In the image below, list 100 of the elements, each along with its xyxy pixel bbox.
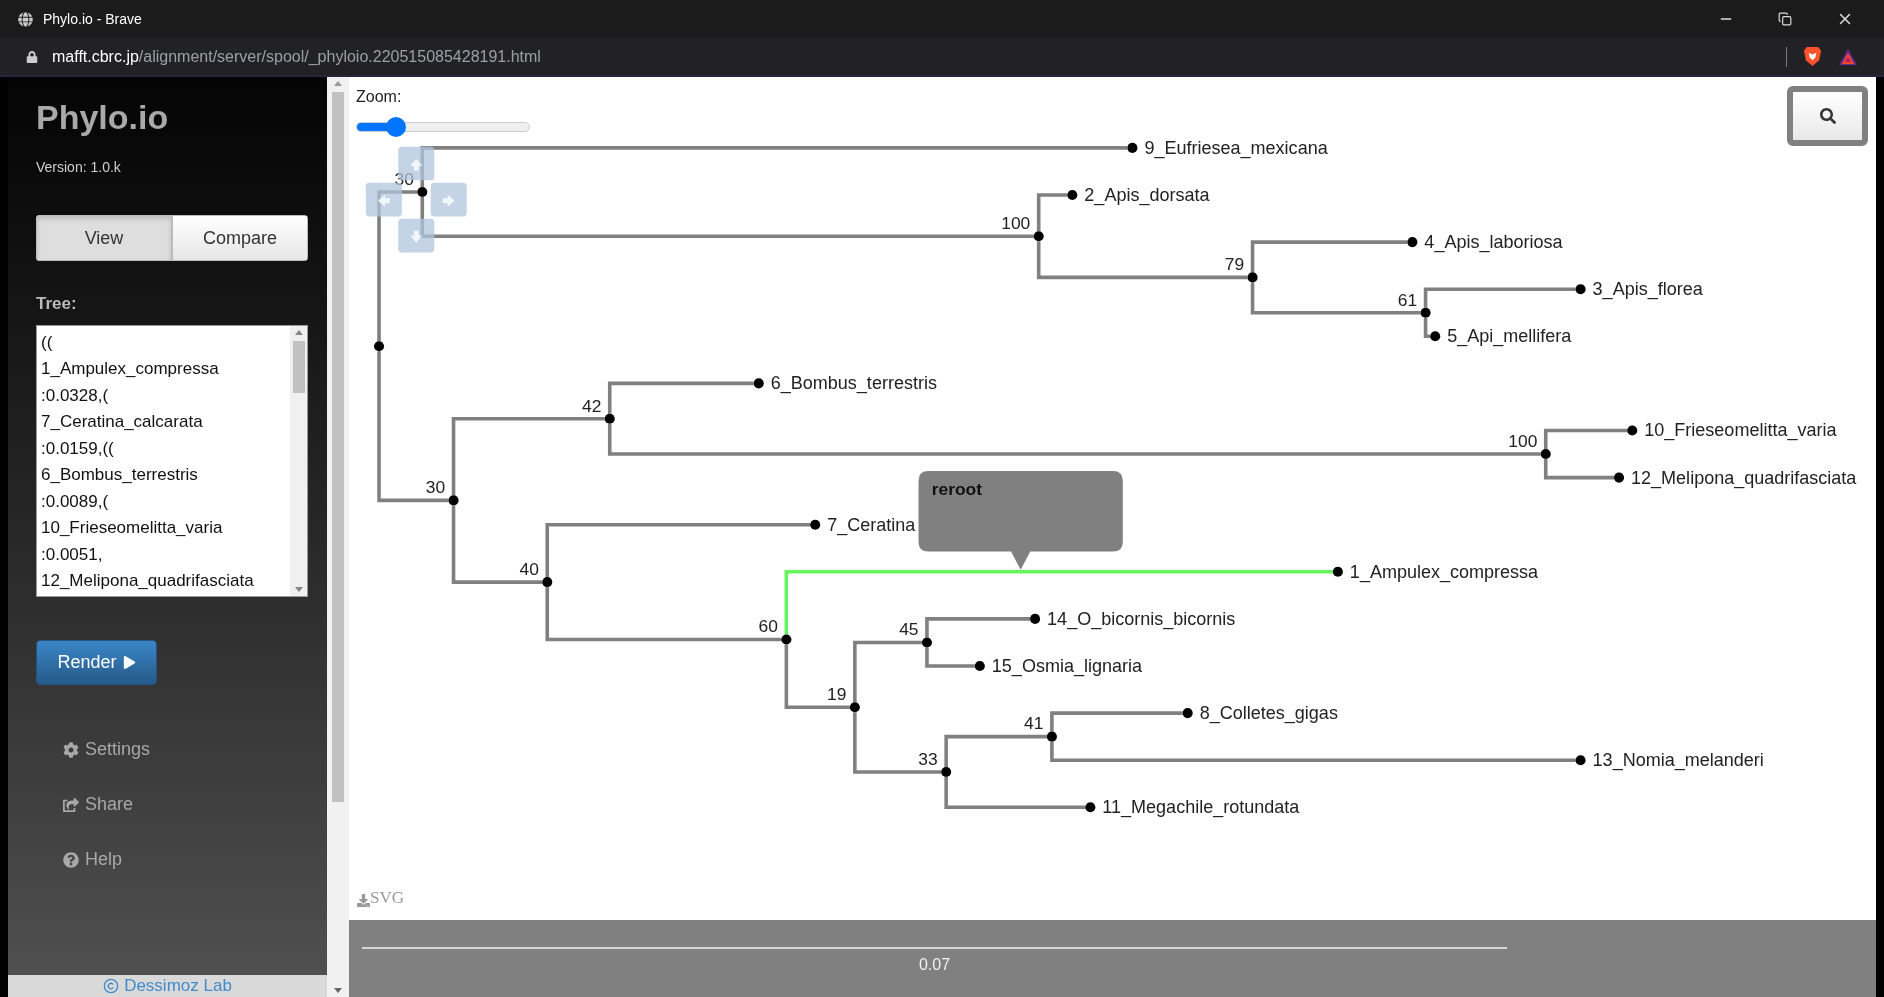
leaf-label[interactable]: 4_Apis_laboriosa	[1424, 232, 1563, 253]
tree-branch[interactable]	[944, 777, 1086, 810]
tree-branch[interactable]	[925, 617, 1031, 638]
page-scrollbar[interactable]	[327, 77, 349, 997]
sidebar-menu-link[interactable]: Share	[63, 792, 299, 817]
tree-branch[interactable]	[1423, 317, 1431, 339]
node-dot[interactable]	[1332, 566, 1343, 577]
settings-icon	[63, 741, 79, 758]
zoom-slider[interactable]	[356, 117, 530, 137]
tree-branch[interactable]	[420, 197, 1034, 238]
leaf-label[interactable]: 3_Apis_florea	[1592, 279, 1703, 300]
node-dot[interactable]	[1575, 755, 1586, 766]
node-dot[interactable]	[781, 634, 792, 645]
tree-branch[interactable]	[944, 734, 1047, 767]
tree-branch[interactable]	[451, 505, 543, 584]
node-dot[interactable]	[1182, 708, 1193, 719]
tree-branch[interactable]	[1250, 240, 1408, 273]
leaf-label[interactable]: 1_Ampulex_compressa	[1349, 561, 1539, 582]
node-dot[interactable]	[1407, 237, 1418, 248]
tree-branch[interactable]	[1543, 428, 1628, 449]
tree-branch[interactable]	[545, 587, 782, 642]
leaf-label[interactable]: 13_Nomia_melanderi	[1592, 750, 1764, 771]
tree-branch[interactable]	[1036, 193, 1068, 232]
node-dot[interactable]	[810, 519, 821, 530]
render-button[interactable]: Render	[36, 639, 157, 685]
node-dot[interactable]	[1046, 731, 1057, 742]
tree-branch[interactable]	[925, 647, 975, 668]
mode-tab[interactable]: View	[36, 215, 172, 261]
support-value: 45	[899, 619, 919, 640]
node-dot[interactable]	[374, 341, 385, 352]
node-dot[interactable]	[1247, 272, 1258, 283]
sidebar-menu-link[interactable]: Settings	[63, 737, 299, 762]
zoom-label: Zoom:	[356, 87, 403, 107]
node-dot[interactable]	[941, 766, 952, 777]
zoom-slider-thumb[interactable]	[386, 117, 406, 137]
version-text: Version: 1.0.k	[36, 158, 122, 177]
support-value: 100	[1001, 213, 1031, 233]
node-dot[interactable]	[448, 495, 459, 506]
node-dot[interactable]	[921, 637, 932, 648]
node-dot[interactable]	[1614, 472, 1625, 483]
leaf-label[interactable]: 2_Apis_dorsata	[1084, 185, 1210, 205]
leaf-label[interactable]: 8_Colletes_gigas	[1199, 703, 1338, 724]
leaf-label[interactable]: 15_Osmia_lignaria	[991, 656, 1143, 676]
node-dot[interactable]	[604, 413, 615, 424]
node-dot[interactable]	[1033, 231, 1044, 242]
tree-branch[interactable]	[1050, 741, 1576, 762]
tree-branch[interactable]	[607, 381, 754, 414]
tree-branch[interactable]	[853, 712, 942, 774]
support-value: 60	[758, 616, 778, 637]
tree-branch[interactable]	[451, 416, 605, 496]
leaf-label[interactable]: 5_Api_mellifera	[1447, 326, 1572, 347]
address-bar[interactable]: mafft.cbrc.jp/alignment/server/spool/_phyloio.220515085428191.html	[52, 44, 541, 69]
node-dot[interactable]	[417, 187, 428, 198]
support-value: 61	[1397, 289, 1418, 310]
tree-branch[interactable]	[377, 351, 449, 503]
tree-branch[interactable]	[1423, 287, 1576, 308]
tree-branch[interactable]	[853, 640, 922, 703]
tree-branch[interactable]	[607, 423, 1541, 456]
node-dot[interactable]	[1627, 425, 1638, 436]
leaf-label[interactable]: 9_Eufriesea_mexicana	[1144, 137, 1328, 158]
scale-label: 0.07	[918, 955, 951, 975]
leaf-label[interactable]: 12_Melipona_quadrifasciata	[1631, 467, 1857, 488]
node-dot[interactable]	[542, 577, 553, 588]
leaf-label[interactable]: 6_Bombus_terrestris	[770, 373, 937, 394]
node-dot[interactable]	[1575, 284, 1586, 295]
node-dot[interactable]	[1030, 613, 1041, 624]
support-value: 42	[581, 395, 602, 416]
tree-branch[interactable]	[1543, 459, 1614, 480]
tooltip-text[interactable]: reroot	[931, 479, 983, 500]
node-dot[interactable]	[1420, 307, 1431, 318]
support-value: 19	[827, 684, 847, 704]
tree-branch[interactable]	[1050, 711, 1183, 732]
node-dot[interactable]	[753, 378, 764, 389]
node-dot[interactable]	[1067, 189, 1078, 201]
node-dot[interactable]	[1430, 331, 1441, 342]
tree-branch[interactable]	[784, 644, 850, 709]
leaf-label[interactable]: 10_Frieseomelitta_varia	[1644, 420, 1837, 441]
node-dot[interactable]	[974, 660, 985, 672]
mode-tab[interactable]: Compare	[172, 215, 308, 261]
node-dot[interactable]	[1540, 449, 1551, 460]
triangle-icon[interactable]	[1838, 47, 1858, 66]
node-dot[interactable]	[1127, 142, 1138, 153]
tree-label: Tree:	[36, 293, 78, 315]
tree-branch[interactable]	[1250, 282, 1421, 315]
leaf-label[interactable]: 11_Megachile_rotundata	[1102, 797, 1300, 818]
node-dot[interactable]	[1085, 802, 1096, 813]
support-value: 100	[1508, 430, 1538, 451]
leaf-label[interactable]: 7_Ceratina	[827, 514, 916, 535]
sidebar-menu-link[interactable]: Help	[63, 847, 299, 872]
support-value: 40	[519, 558, 539, 579]
search-button[interactable]	[1787, 86, 1868, 146]
support-value: 30	[425, 477, 446, 498]
leaf-label[interactable]: 14_O_bicornis_bicornis	[1047, 608, 1236, 629]
tree-branch[interactable]	[1036, 241, 1248, 280]
globe-icon	[18, 11, 33, 27]
restore-icon[interactable]	[1778, 12, 1792, 26]
node-dot[interactable]	[849, 702, 860, 713]
tree-branch[interactable]	[420, 146, 1128, 187]
tree-branch[interactable]	[545, 522, 811, 578]
lion-shield-icon[interactable]	[1803, 46, 1822, 67]
